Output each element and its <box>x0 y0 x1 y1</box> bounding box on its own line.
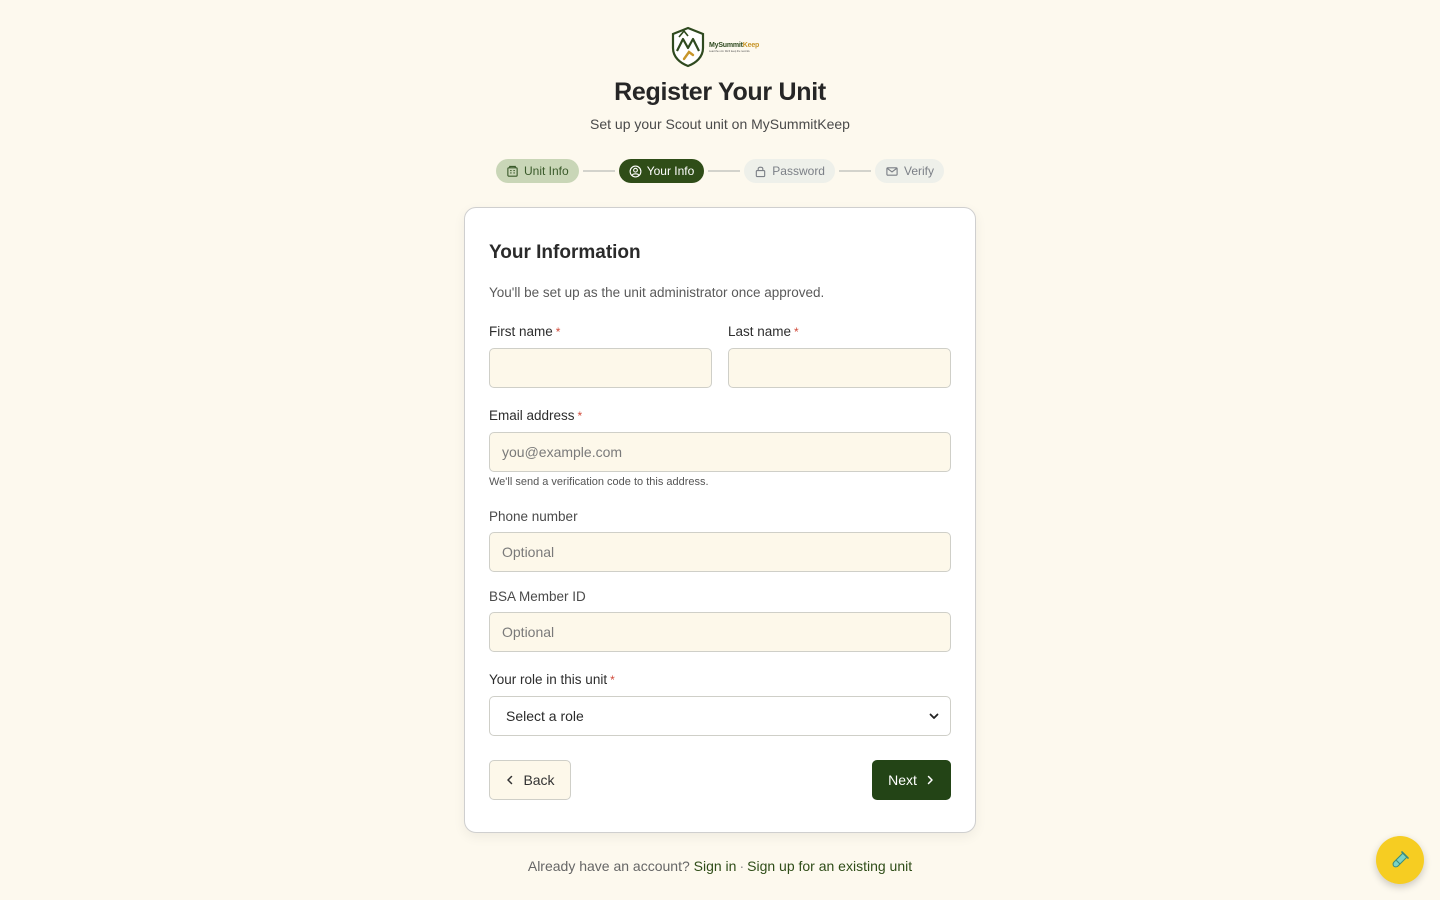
step-label: Unit Info <box>523 164 569 178</box>
progress-stepper: Unit Info Your Info Password Verify <box>0 159 1440 183</box>
footer-separator: · <box>739 858 745 874</box>
step-connector <box>582 170 615 172</box>
back-button-label: Back <box>523 772 555 788</box>
step-label: Your Info <box>646 164 695 178</box>
footer-links: Already have an account? Sign in · Sign up… <box>0 858 1440 874</box>
last-name-label: Last name * <box>728 324 799 339</box>
step-label: Password <box>772 164 825 178</box>
email-field[interactable] <box>489 432 951 472</box>
mail-icon <box>886 166 898 176</box>
required-marker: * <box>794 325 799 339</box>
chevron-down-icon <box>929 713 939 719</box>
role-label: Your role in this unit * <box>489 672 615 687</box>
user-circle-icon <box>629 165 642 177</box>
step-connector <box>708 170 741 172</box>
role-select-value: Select a role <box>506 708 584 724</box>
member-id-input[interactable] <box>489 612 951 652</box>
step-unit-info[interactable]: Unit Info <box>495 159 579 183</box>
step-connector <box>838 170 871 172</box>
next-button[interactable]: Next <box>872 760 951 800</box>
last-name-input[interactable] <box>728 348 951 388</box>
member-id-label: BSA Member ID <box>489 589 586 604</box>
step-label: Verify <box>903 164 934 178</box>
first-name-label: First name * <box>489 324 561 339</box>
floating-action-button[interactable] <box>1376 836 1424 884</box>
registration-card: Your Information You'll be set up as the… <box>464 207 976 833</box>
card-description: You'll be set up as the unit administrat… <box>489 285 825 300</box>
required-marker: * <box>577 409 583 423</box>
step-password[interactable]: Password <box>744 159 835 183</box>
test-tube-icon <box>1392 851 1409 868</box>
brand-tagline: Lead the unit. We'll keep the records. <box>709 49 751 53</box>
required-marker: * <box>610 673 615 687</box>
phone-label: Phone number <box>489 509 578 524</box>
page-subtitle: Set up your Scout unit on MySummitKeep <box>590 116 850 132</box>
chevron-right-icon <box>927 775 933 785</box>
page-title: Register Your Unit <box>614 78 826 106</box>
back-button[interactable]: Back <box>489 760 571 800</box>
building-icon <box>507 165 518 177</box>
step-your-info[interactable]: Your Info <box>618 159 705 183</box>
shield-mountain-icon <box>671 26 705 68</box>
email-label: Email address * <box>489 408 583 423</box>
chevron-left-icon <box>507 775 513 785</box>
email-hint: We'll send a verification code to this a… <box>489 476 709 488</box>
phone-input[interactable] <box>489 532 951 572</box>
next-button-label: Next <box>888 772 917 788</box>
required-marker: * <box>555 325 561 339</box>
first-name-input[interactable] <box>489 348 712 388</box>
lock-icon <box>756 166 766 177</box>
step-verify[interactable]: Verify <box>874 159 944 183</box>
sign-in-link[interactable]: Sign in <box>694 858 737 874</box>
card-title: Your Information <box>489 242 641 263</box>
brand-name: MySummitKeep <box>709 41 760 49</box>
brand-logo: MySummitKeep Lead the unit. We'll keep t… <box>670 26 770 68</box>
role-select[interactable]: Select a role <box>489 696 951 736</box>
footer-prompt: Already have an account? <box>527 858 690 874</box>
existing-unit-link[interactable]: Sign up for an existing unit <box>747 858 912 874</box>
